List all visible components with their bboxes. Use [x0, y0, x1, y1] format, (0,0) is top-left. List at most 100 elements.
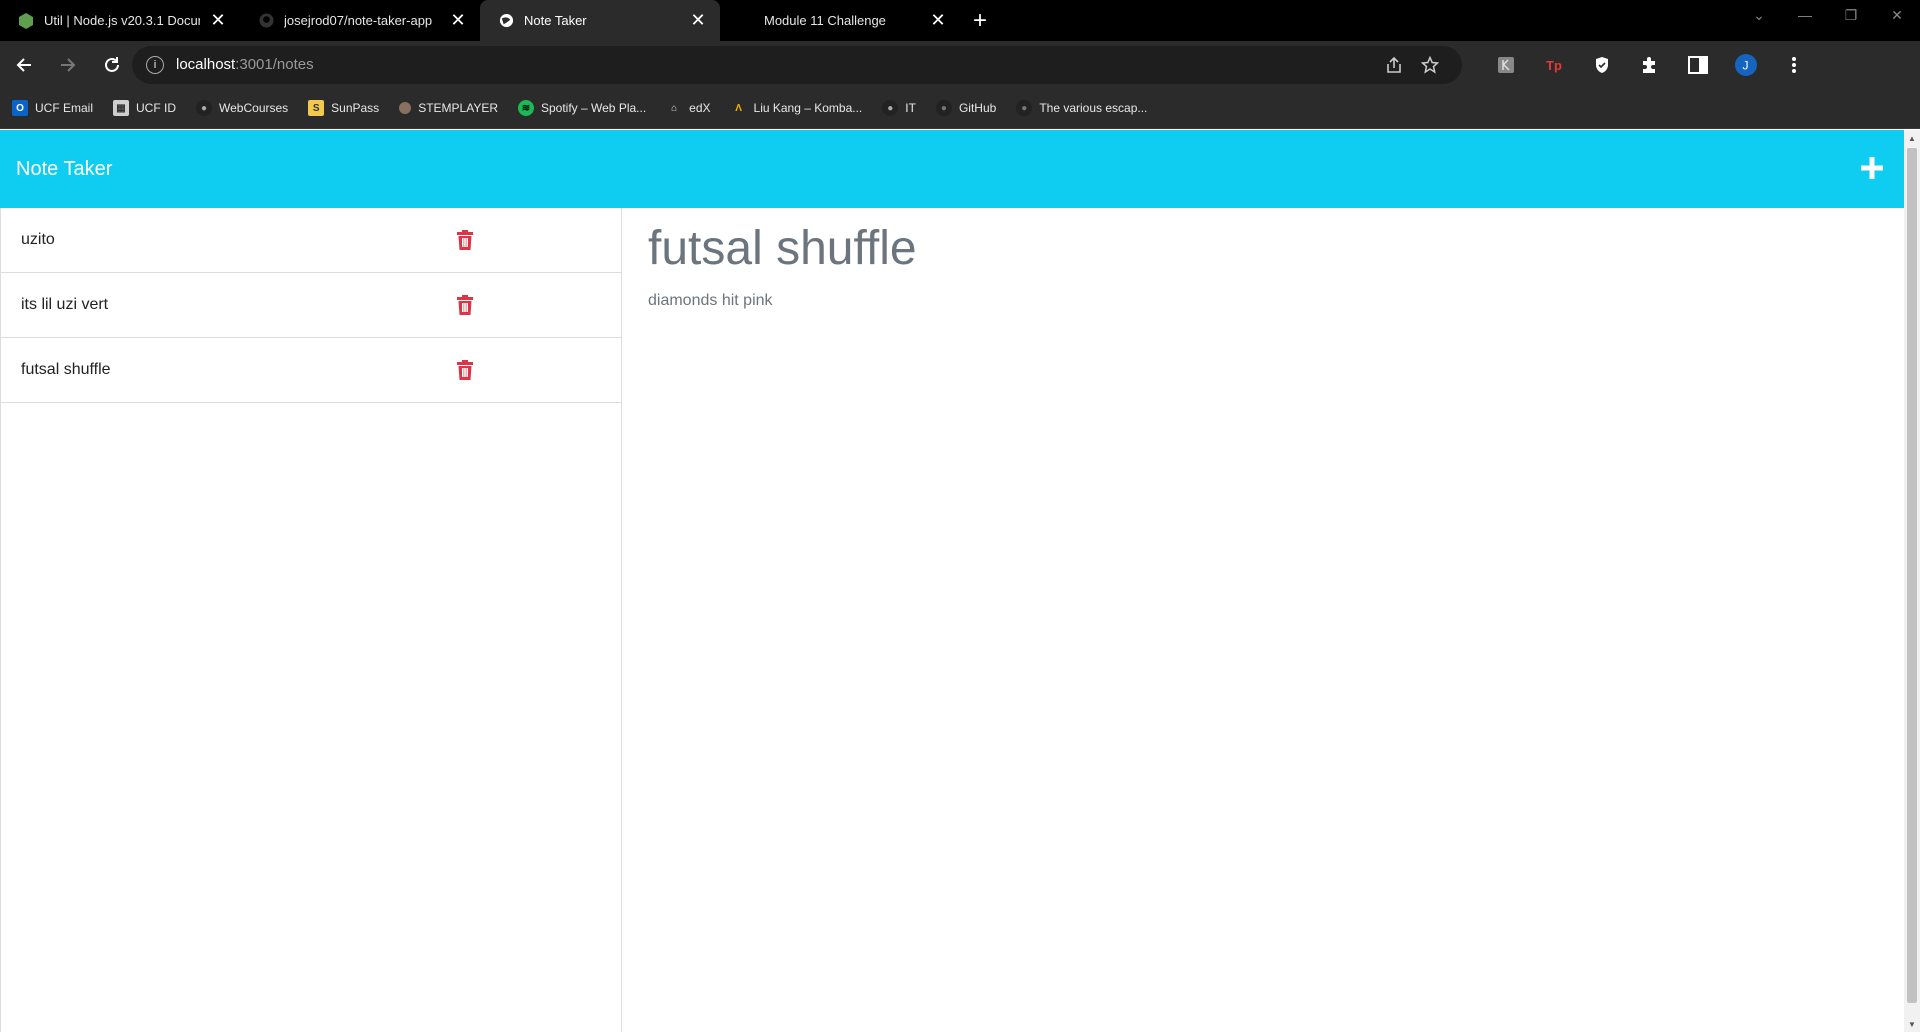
- url-path: :3001/notes: [235, 56, 314, 73]
- note-title: futsal shuffle: [21, 361, 111, 378]
- share-icon[interactable]: [1376, 47, 1412, 83]
- close-window-button[interactable]: ✕: [1874, 0, 1920, 30]
- bookmark-it[interactable]: ● IT: [882, 100, 916, 116]
- bookmark-label: GitHub: [958, 101, 997, 115]
- page-content: Note Taker uzito its lil uzi vert futsal…: [0, 130, 1904, 1032]
- id-card-icon: ▦: [113, 100, 130, 116]
- note-text-field[interactable]: diamonds hit pink: [648, 292, 1878, 310]
- spotify-icon: ≋: [518, 100, 534, 116]
- bookmark-webcourses[interactable]: ● WebCourses: [196, 100, 288, 116]
- window-controls: ⌄ — ❐ ✕: [1736, 0, 1920, 30]
- bookmark-spotify[interactable]: ≋ Spotify – Web Pla...: [518, 100, 646, 116]
- page-icon: [738, 13, 754, 29]
- edx-icon: ⌂: [671, 102, 678, 114]
- stemplayer-icon: [399, 102, 412, 114]
- tab-title: Util | Node.js v20.3.1 Documen: [44, 13, 200, 28]
- puzzle-icon[interactable]: [1626, 45, 1674, 85]
- list-item[interactable]: its lil uzi vert: [1, 273, 621, 338]
- minimize-button[interactable]: —: [1782, 0, 1828, 30]
- shield-icon[interactable]: [1578, 45, 1626, 85]
- canvas-icon: ●: [196, 100, 213, 116]
- bookmark-stemplayer[interactable]: STEMPLAYER: [399, 101, 498, 115]
- reload-button[interactable]: [92, 45, 132, 85]
- new-tab-button[interactable]: +: [960, 0, 1000, 41]
- list-item[interactable]: futsal shuffle: [1, 338, 621, 403]
- bookmark-label: UCF ID: [136, 101, 177, 115]
- bookmark-sunpass[interactable]: S SunPass: [308, 100, 379, 116]
- note-editor: futsal shuffle diamonds hit pink: [622, 208, 1904, 1032]
- scroll-up-arrow-icon[interactable]: ▲: [1904, 130, 1920, 146]
- trash-icon[interactable]: [456, 360, 474, 380]
- nodejs-icon: [18, 12, 34, 29]
- avatar[interactable]: J: [1722, 45, 1770, 85]
- bookmark-label: STEMPLAYER: [418, 101, 498, 115]
- app-navbar: Note Taker: [0, 130, 1904, 208]
- scrollbar[interactable]: ▲ ▼: [1904, 130, 1920, 1032]
- close-icon[interactable]: ✕: [928, 10, 948, 31]
- close-icon[interactable]: ✕: [448, 10, 468, 31]
- url-host: localhost: [176, 56, 236, 73]
- bookmark-edx[interactable]: ⌂ edX: [666, 100, 710, 116]
- arrow-left-icon: [16, 57, 31, 72]
- extension-k-icon[interactable]: [1482, 45, 1530, 85]
- extension-tp-icon[interactable]: Tp: [1530, 45, 1578, 85]
- plus-icon: [1861, 157, 1883, 179]
- scroll-down-arrow-icon[interactable]: ▼: [1904, 1016, 1920, 1032]
- note-title: its lil uzi vert: [21, 296, 109, 313]
- info-icon[interactable]: i: [146, 55, 164, 74]
- extensions-area: Tp J: [1482, 45, 1818, 85]
- bookmark-label: Liu Kang – Komba...: [753, 101, 863, 115]
- tab-title: josejrod07/note-taker-app: [284, 13, 433, 28]
- bookmarks-bar: O UCF Email ▦ UCF ID ● WebCourses S SunP…: [0, 88, 1920, 129]
- reload-icon: [105, 56, 119, 72]
- star-icon[interactable]: [1412, 47, 1448, 83]
- note-list: uzito its lil uzi vert futsal shuffle: [0, 208, 622, 1032]
- tab-github-repo[interactable]: josejrod07/note-taker-app ✕: [240, 0, 480, 41]
- close-icon[interactable]: ✕: [208, 10, 228, 31]
- bookmark-label: The various escap...: [1039, 101, 1148, 115]
- note-title: uzito: [21, 231, 55, 248]
- list-item[interactable]: uzito: [1, 208, 621, 273]
- trash-icon[interactable]: [456, 230, 474, 250]
- side-panel-icon[interactable]: [1674, 45, 1722, 85]
- note-title-field[interactable]: futsal shuffle: [648, 220, 1878, 278]
- tab-nodejs-docs[interactable]: Util | Node.js v20.3.1 Documen ✕: [0, 0, 240, 41]
- back-button[interactable]: [4, 45, 44, 85]
- fandom-icon: Λ: [735, 102, 742, 114]
- new-note-button[interactable]: [1854, 148, 1890, 188]
- forward-button[interactable]: [48, 45, 88, 85]
- trash-icon[interactable]: [456, 295, 474, 315]
- bookmark-label: edX: [689, 101, 711, 115]
- outlook-icon: O: [12, 100, 28, 116]
- bookmark-label: IT: [905, 101, 916, 115]
- bookmark-label: SunPass: [331, 101, 380, 115]
- svg-text:Tp: Tp: [1546, 58, 1562, 73]
- kebab-menu-icon[interactable]: [1770, 45, 1818, 85]
- restore-button[interactable]: ❐: [1828, 0, 1874, 30]
- bookmark-liu-kang[interactable]: Λ Liu Kang – Komba...: [731, 100, 863, 116]
- bookmark-escape-sequences[interactable]: ● The various escap...: [1016, 100, 1147, 116]
- svg-text:J: J: [1743, 58, 1749, 72]
- bookmark-label: UCF Email: [35, 101, 94, 115]
- bookmark-ucf-email[interactable]: O UCF Email: [12, 100, 93, 116]
- chevron-down-icon[interactable]: ⌄: [1736, 0, 1782, 30]
- tab-title: Note Taker: [524, 13, 587, 28]
- tab-module-challenge[interactable]: Module 11 Challenge ✕: [720, 0, 960, 41]
- bookmark-label: WebCourses: [219, 101, 289, 115]
- tab-note-taker[interactable]: Note Taker ✕: [480, 0, 720, 41]
- it-icon: ●: [882, 100, 899, 116]
- globe-icon: [498, 13, 514, 29]
- sunpass-icon: S: [308, 100, 325, 116]
- github-icon: ●: [1016, 100, 1033, 116]
- bookmark-label: Spotify – Web Pla...: [541, 101, 647, 115]
- scroll-thumb[interactable]: [1907, 148, 1917, 1003]
- bookmark-github[interactable]: ● GitHub: [935, 100, 997, 116]
- browser-tab-strip: Util | Node.js v20.3.1 Documen ✕ josejro…: [0, 0, 1920, 41]
- github-icon: ●: [935, 100, 952, 116]
- address-bar[interactable]: i localhost :3001/notes: [132, 45, 1462, 84]
- app-title[interactable]: Note Taker: [16, 158, 112, 181]
- tab-title: Module 11 Challenge: [764, 13, 886, 28]
- close-icon[interactable]: ✕: [688, 10, 708, 31]
- arrow-right-icon: [61, 57, 76, 72]
- bookmark-ucf-id[interactable]: ▦ UCF ID: [113, 100, 176, 116]
